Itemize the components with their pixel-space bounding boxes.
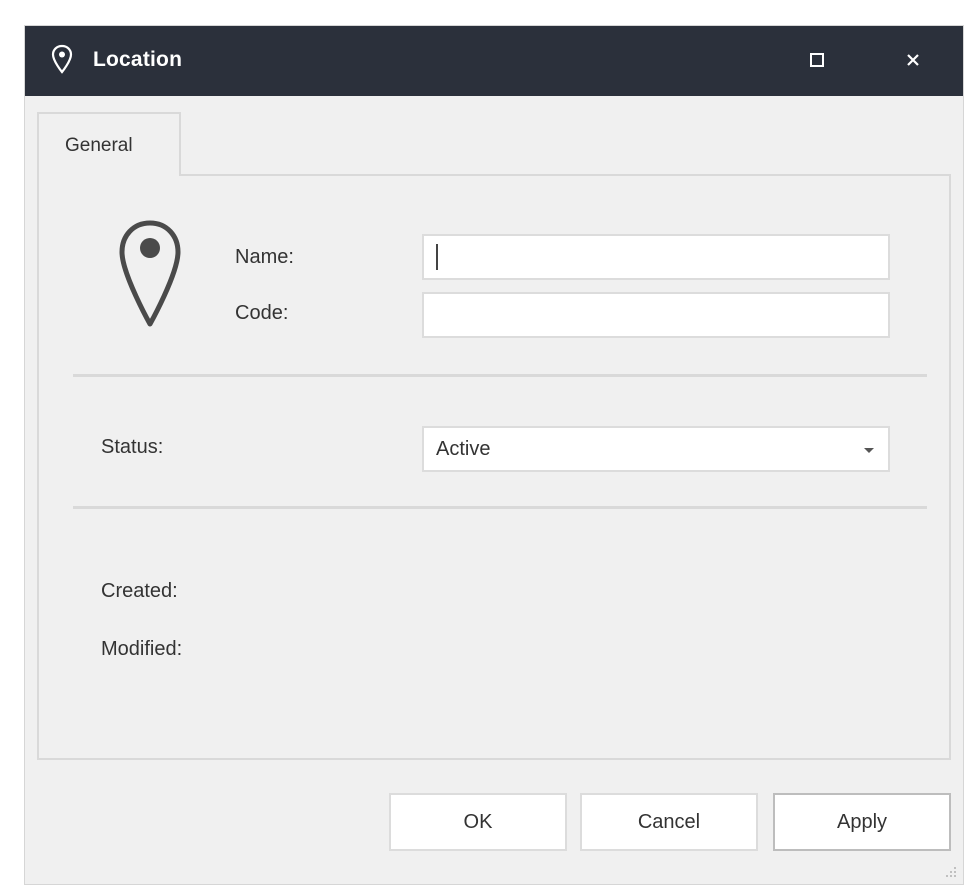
chevron-down-icon: [864, 448, 874, 453]
map-pin-icon: [51, 44, 73, 74]
close-icon: [907, 54, 919, 66]
status-select-value: Active: [436, 438, 491, 460]
created-label: Created:: [101, 580, 178, 602]
code-label: Code:: [235, 302, 289, 324]
status-select[interactable]: Active: [422, 426, 890, 472]
modified-label: Modified:: [101, 638, 183, 660]
window-title: Location: [93, 48, 183, 71]
title-bar[interactable]: Location: [25, 26, 963, 96]
divider: [73, 506, 927, 509]
close-button[interactable]: [895, 42, 931, 78]
ok-button[interactable]: OK: [389, 793, 567, 851]
divider: [73, 374, 927, 377]
status-label: Status:: [101, 436, 164, 458]
code-field[interactable]: [422, 292, 890, 338]
cancel-button[interactable]: Cancel: [580, 793, 758, 851]
name-label: Name:: [235, 246, 294, 268]
name-field[interactable]: [422, 234, 890, 280]
resize-grip-icon[interactable]: [945, 866, 957, 878]
tab-general[interactable]: General: [37, 112, 181, 176]
maximize-icon: [810, 53, 824, 67]
maximize-button[interactable]: [799, 42, 835, 78]
map-pin-icon: [119, 220, 181, 327]
text-caret: [436, 244, 438, 270]
tab-general-label: General: [65, 135, 133, 156]
apply-button[interactable]: Apply: [773, 793, 951, 851]
location-dialog: Location General Name: Code: Status: Act…: [24, 25, 964, 885]
